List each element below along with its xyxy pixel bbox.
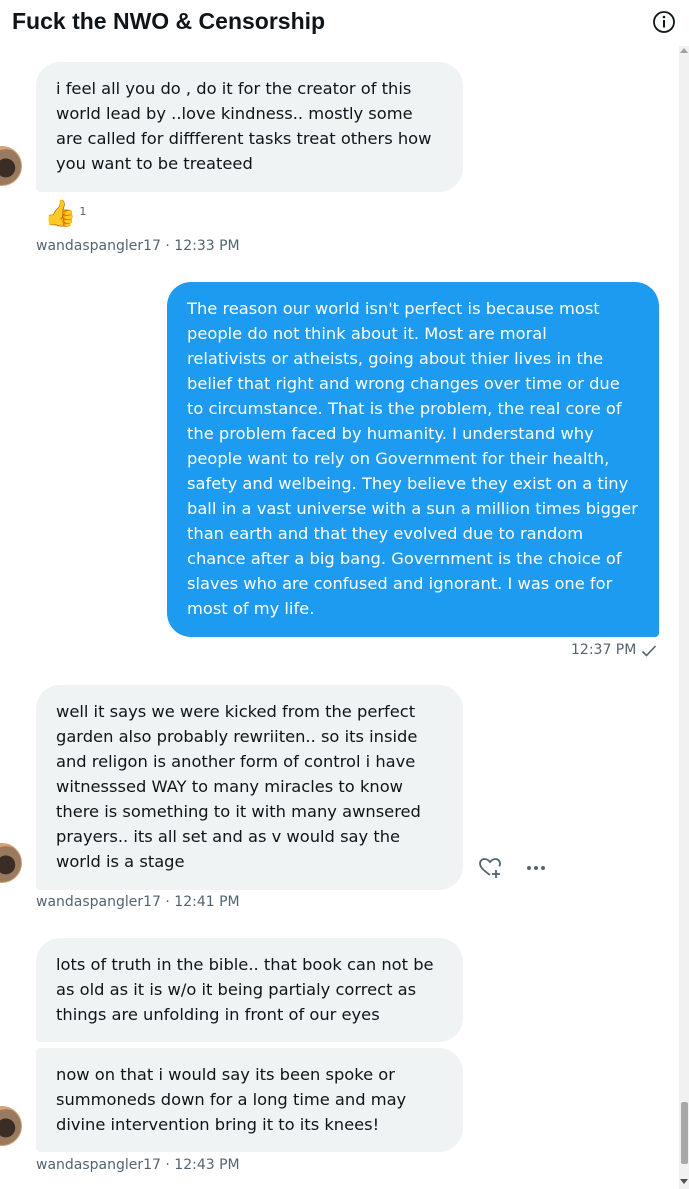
more-icon[interactable] <box>523 855 549 881</box>
scrollbar-track[interactable] <box>679 46 689 1189</box>
thumbs-up-icon: 👍 <box>44 199 77 229</box>
avatar[interactable] <box>0 146 22 186</box>
avatar[interactable] <box>0 843 22 883</box>
react-icon[interactable] <box>477 855 503 881</box>
avatar[interactable] <box>0 1106 22 1146</box>
reaction-badge[interactable]: 👍 1 <box>44 198 86 230</box>
scrollbar-thumb[interactable] <box>681 1102 688 1164</box>
conversation-header: Fuck the NWO & Censorship <box>0 0 689 46</box>
scroll-up-arrow-icon[interactable] <box>680 48 688 53</box>
message-bubble-incoming[interactable]: now on that i would say its been spoke o… <box>36 1048 463 1152</box>
dm-conversation-page: Fuck the NWO & Censorship i feel all you… <box>0 0 689 1189</box>
message-meta: 12:37 PM <box>571 642 636 658</box>
message-bubble-incoming[interactable]: well it says we were kicked from the per… <box>36 685 463 890</box>
message-meta: wandaspangler17 · 12:33 PM <box>36 238 240 254</box>
message-time: 12:37 PM <box>571 642 637 658</box>
message-bubble-incoming[interactable]: i feel all you do , do it for the creato… <box>36 62 463 192</box>
conversation-title: Fuck the NWO & Censorship <box>12 8 326 34</box>
message-meta: wandaspangler17 · 12:43 PM <box>36 1157 240 1173</box>
info-icon[interactable] <box>652 10 676 34</box>
scroll-down-arrow-icon[interactable] <box>680 1179 688 1184</box>
reaction-count: 1 <box>79 204 87 218</box>
message-bubble-outgoing[interactable]: The reason our world isn't perfect is be… <box>167 282 659 637</box>
message-meta: wandaspangler17 · 12:41 PM <box>36 894 240 910</box>
check-icon <box>641 645 657 657</box>
message-bubble-incoming[interactable]: lots of truth in the bible.. that book c… <box>36 938 463 1042</box>
